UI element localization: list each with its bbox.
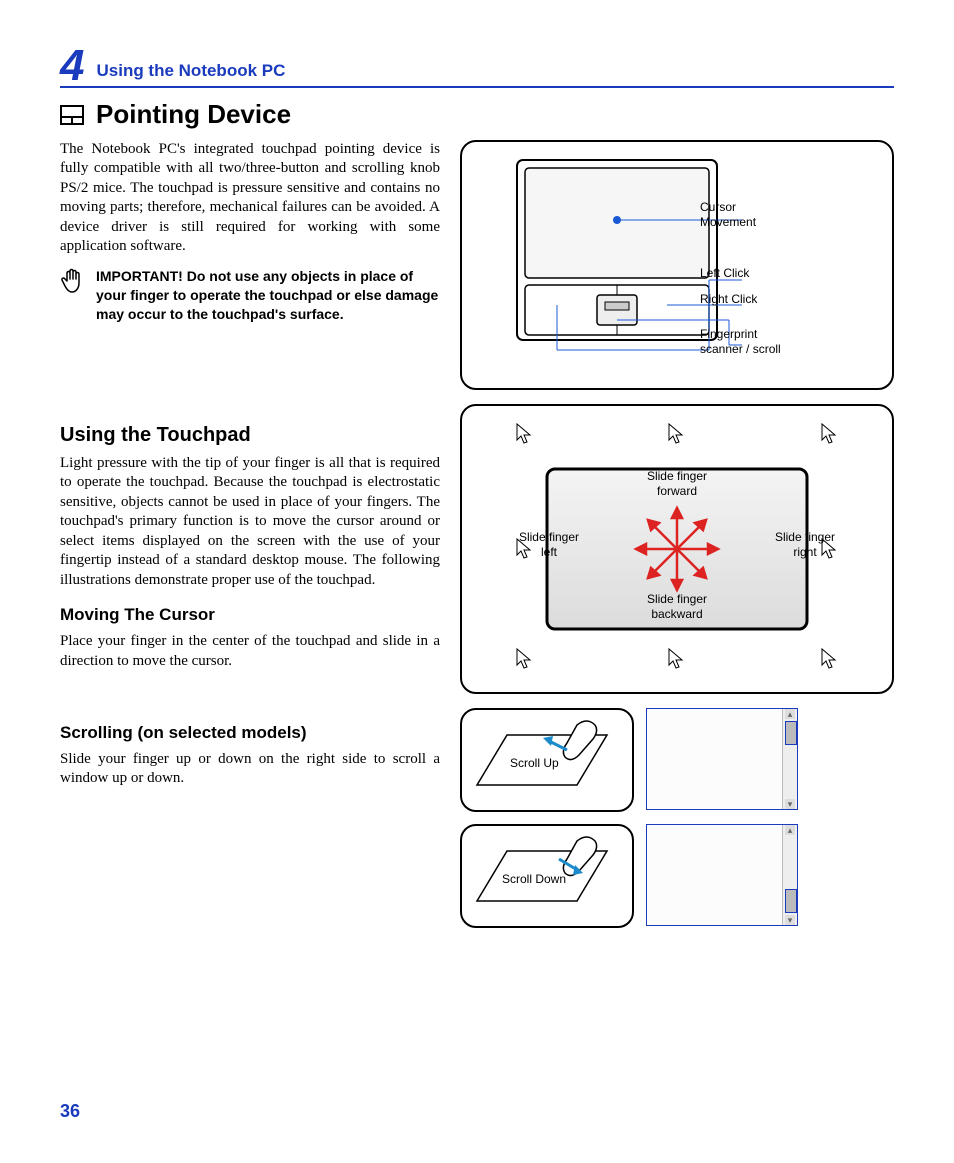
label-slide-left: Slide finger left: [514, 530, 584, 561]
section-title-text: Pointing Device: [96, 98, 291, 132]
scrolling-title: Scrolling (on selected models): [60, 722, 440, 744]
label-right-click: Right Click: [700, 292, 757, 308]
moving-title: Moving The Cursor: [60, 604, 440, 626]
section-title: Pointing Device: [60, 98, 894, 132]
label-left-click: Left Click: [700, 266, 749, 282]
label-fingerprint: Fingerprint scanner / scroll: [700, 327, 800, 358]
cursor-movement-diagram: Slide finger forward Slide finger backwa…: [460, 404, 894, 694]
label-scroll-down: Scroll Down: [502, 872, 566, 888]
intro-paragraph: The Notebook PC's integrated touchpad po…: [60, 140, 440, 257]
label-scroll-up: Scroll Up: [510, 756, 559, 772]
window-scroll-up: ▴ ▾: [646, 708, 798, 810]
chapter-header: 4 Using the Notebook PC: [60, 40, 894, 88]
touchpad-component-diagram: Cursor Movement Left Click Right Click F…: [460, 140, 894, 390]
window-scroll-down: ▴ ▾: [646, 824, 798, 926]
label-slide-backward: Slide finger backward: [637, 592, 717, 623]
moving-body: Place your finger in the center of the t…: [60, 632, 440, 671]
page-number: 36: [60, 1100, 894, 1123]
scrolling-body: Slide your finger up or down on the righ…: [60, 750, 440, 789]
important-callout: IMPORTANT! Do not use any objects in pla…: [60, 267, 440, 324]
scroll-down-diagram: Scroll Down: [460, 824, 634, 928]
using-body: Light pressure with the tip of your fing…: [60, 454, 440, 591]
scroll-up-diagram: Scroll Up: [460, 708, 634, 812]
chapter-number: 4: [60, 44, 84, 88]
label-cursor-movement: Cursor Movement: [700, 200, 790, 231]
label-slide-right: Slide finger right: [770, 530, 840, 561]
important-text: IMPORTANT! Do not use any objects in pla…: [96, 267, 440, 324]
hand-stop-icon: [60, 267, 86, 324]
chapter-title: Using the Notebook PC: [96, 60, 285, 82]
touchpad-icon: [60, 105, 84, 125]
label-slide-forward: Slide finger forward: [637, 469, 717, 500]
using-title: Using the Touchpad: [60, 422, 440, 448]
